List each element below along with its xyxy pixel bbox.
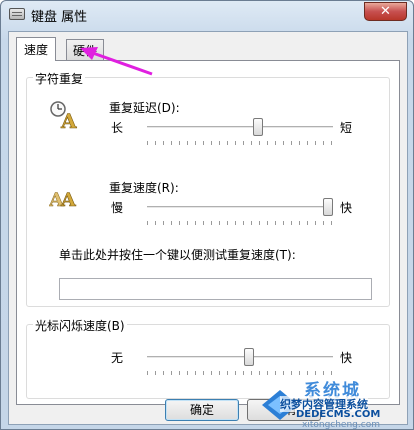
slider-thumb[interactable] <box>244 348 254 366</box>
char-repeat-group: 字符重复 A 重复延迟(D): 长 短 A A 重复速度(R): 慢 快 单击此… <box>26 70 390 307</box>
delay-short-label: 短 <box>340 121 353 135</box>
cursor-blink-slider[interactable] <box>147 348 333 375</box>
svg-text:A: A <box>60 189 76 210</box>
rate-fast-label: 快 <box>340 201 353 215</box>
group-label: 光标闪烁速度(B) <box>33 317 127 334</box>
repeat-test-input[interactable] <box>59 278 372 300</box>
repeat-rate-slider[interactable] <box>147 198 333 225</box>
ok-button[interactable]: 确定 <box>165 399 239 421</box>
slider-thumb[interactable] <box>253 118 263 136</box>
watermark: 系统城 织梦内容管理系统 DEDECMS.COM xitongcheng.com <box>262 376 412 430</box>
dialog-client: 速度 硬件 字符重复 A 重复延迟(D): 长 <box>8 31 408 425</box>
slider-track <box>147 206 333 209</box>
slider-ticks <box>147 141 333 145</box>
slider-track <box>147 126 333 129</box>
close-button[interactable]: ✕ <box>364 2 407 21</box>
keyboard-properties-window: 键盘 属性 ✕ 速度 硬件 字符重复 A 重复延迟(D): 长 <box>0 0 414 430</box>
repeat-delay-slider[interactable] <box>147 118 333 145</box>
blink-none-label: 无 <box>111 351 124 365</box>
slider-ticks <box>147 221 333 225</box>
repeat-delay-label: 重复延迟(D): <box>109 101 180 115</box>
clock-a-icon: A <box>49 100 79 133</box>
slider-ticks <box>147 371 333 375</box>
watermark-url-secondary: xitongcheng.com <box>302 420 380 430</box>
repeat-rate-label: 重复速度(R): <box>109 181 179 195</box>
test-label: 单击此处并按住一个键以便测试重复速度(T): <box>59 248 296 262</box>
blink-fast-label: 快 <box>340 351 353 365</box>
slider-thumb[interactable] <box>323 198 333 216</box>
aa-icon: A A <box>48 184 83 212</box>
watermark-url: DEDECMS.COM <box>296 409 381 420</box>
delay-long-label: 长 <box>111 121 124 135</box>
slider-track <box>147 356 333 359</box>
window-title: 键盘 属性 <box>31 10 88 25</box>
title-bar[interactable]: 键盘 属性 ✕ <box>1 1 413 31</box>
speed-tab-panel: 字符重复 A 重复延迟(D): 长 短 A A 重复速度(R): 慢 快 单击此… <box>16 60 400 405</box>
rate-slow-label: 慢 <box>111 201 124 215</box>
tab-speed[interactable]: 速度 <box>16 37 57 61</box>
annotation-arrow <box>80 47 153 76</box>
svg-text:A: A <box>60 109 77 130</box>
keyboard-icon <box>9 8 25 20</box>
